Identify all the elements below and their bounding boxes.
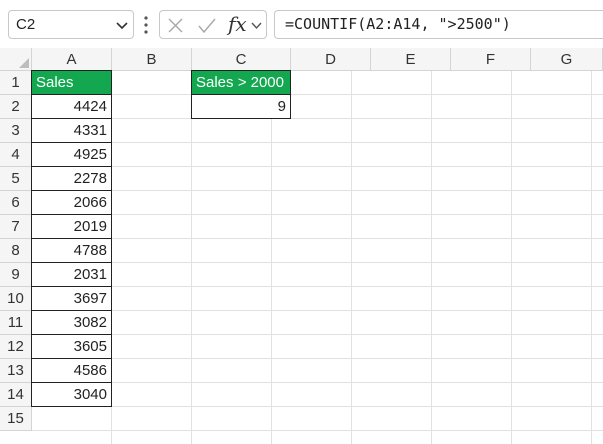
row-header-15[interactable]: 15 [0, 407, 32, 431]
more-options-icon[interactable] [143, 14, 149, 36]
select-all-corner[interactable] [0, 48, 32, 71]
cell-a8[interactable]: 4788 [31, 239, 112, 263]
chevron-down-icon[interactable] [115, 18, 129, 32]
formula-input[interactable]: =COUNTIF(A2:A14, ">2500") [274, 10, 603, 39]
column-header-g[interactable]: G [531, 48, 603, 71]
cell-a3[interactable]: 4331 [31, 119, 112, 143]
insert-function-icon[interactable]: fx [228, 12, 247, 36]
cell-a5[interactable]: 2278 [31, 167, 112, 191]
column-header-a[interactable]: A [32, 48, 112, 71]
cell-a12[interactable]: 3605 [31, 335, 112, 359]
cell-a14[interactable]: 3040 [31, 383, 112, 407]
cell-a1[interactable]: Sales [31, 70, 112, 95]
spreadsheet-grid: A B C D E F G 1 2 3 4 5 6 7 8 9 10 11 12… [0, 48, 603, 444]
column-header-f[interactable]: F [451, 48, 531, 71]
cell-gridlines[interactable] [32, 71, 603, 444]
column-header-b[interactable]: B [112, 48, 192, 71]
formula-buttons: fx [159, 10, 267, 39]
row-header-9[interactable]: 9 [0, 263, 32, 287]
row-header-13[interactable]: 13 [0, 359, 32, 383]
cell-a9[interactable]: 2031 [31, 263, 112, 287]
cell-a6[interactable]: 2066 [31, 191, 112, 215]
name-box-value: C2 [16, 16, 36, 33]
row-header-5[interactable]: 5 [0, 167, 32, 191]
cell-a4[interactable]: 4925 [31, 143, 112, 167]
row-header-10[interactable]: 10 [0, 287, 32, 311]
row-header-2[interactable]: 2 [0, 95, 32, 119]
column-header-c[interactable]: C [192, 48, 291, 71]
enter-check-icon[interactable] [197, 17, 217, 34]
column-header-e[interactable]: E [371, 48, 451, 71]
row-header-7[interactable]: 7 [0, 215, 32, 239]
row-header-11[interactable]: 11 [0, 311, 32, 335]
row-header-14[interactable]: 14 [0, 383, 32, 407]
column-header-d[interactable]: D [291, 48, 371, 71]
cell-c1[interactable]: Sales > 2000 [191, 70, 291, 95]
row-header-1[interactable]: 1 [0, 71, 32, 95]
cell-a11[interactable]: 3082 [31, 311, 112, 335]
cell-a10[interactable]: 3697 [31, 287, 112, 311]
row-header-12[interactable]: 12 [0, 335, 32, 359]
formula-text: =COUNTIF(A2:A14, ">2500") [285, 15, 511, 33]
chevron-down-icon[interactable] [250, 19, 263, 32]
cell-a7[interactable]: 2019 [31, 215, 112, 239]
cell-a2[interactable]: 4424 [31, 95, 112, 119]
formula-bar: C2 fx =COUNTIF(A2:A14, ">2500") [0, 0, 603, 48]
row-header-8[interactable]: 8 [0, 239, 32, 263]
name-box[interactable]: C2 [8, 10, 134, 39]
row-header-4[interactable]: 4 [0, 143, 32, 167]
cell-a13[interactable]: 4586 [31, 359, 112, 383]
row-header-6[interactable]: 6 [0, 191, 32, 215]
row-header-3[interactable]: 3 [0, 119, 32, 143]
cancel-icon[interactable] [167, 17, 184, 34]
cell-c2[interactable]: 9 [191, 95, 291, 119]
